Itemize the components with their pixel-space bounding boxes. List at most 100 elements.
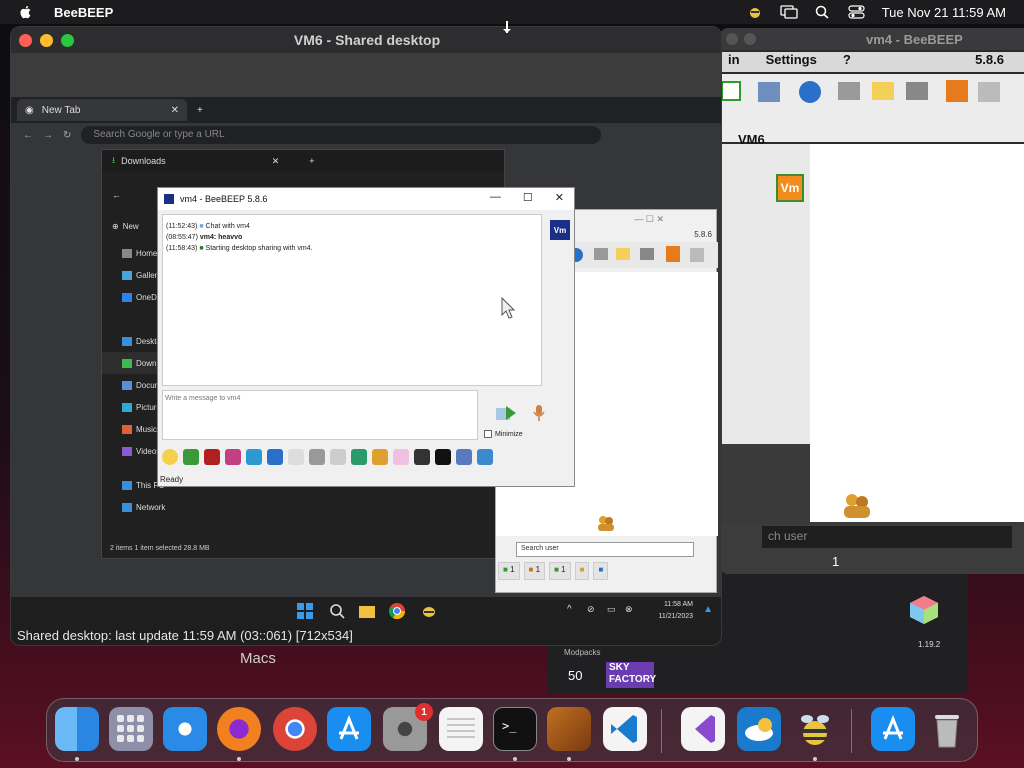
trash-tool-icon[interactable] <box>978 82 1000 102</box>
minimize-icon[interactable]: — <box>490 191 501 204</box>
vm-badge[interactable]: Vm <box>550 220 570 240</box>
close-button[interactable] <box>726 33 738 45</box>
window-controls[interactable]: — ☐ ✕ <box>634 214 664 225</box>
user-search-input[interactable]: Search user <box>516 542 694 557</box>
chrome-tab[interactable]: ◉ New Tab ✕ <box>17 99 187 121</box>
chrome-icon[interactable] <box>389 603 405 619</box>
menu-item-help[interactable]: ? <box>843 52 851 72</box>
taskbar-clock[interactable]: 11:58 AM 11/21/2023 <box>658 599 693 623</box>
pink-icon[interactable] <box>393 449 409 465</box>
safari-icon[interactable] <box>163 707 207 751</box>
tab-chats[interactable]: ■ 1 <box>549 562 571 580</box>
beebeep-dock-icon[interactable] <box>793 707 837 751</box>
network-icon[interactable] <box>267 449 283 465</box>
control-center-icon[interactable] <box>848 5 866 19</box>
send-folder-icon[interactable] <box>372 449 388 465</box>
notes-icon[interactable] <box>872 82 894 100</box>
mailbox-icon[interactable] <box>838 82 860 100</box>
spellcheck-icon[interactable] <box>225 449 241 465</box>
broadcast-icon[interactable] <box>799 81 821 103</box>
new-tab-icon[interactable]: + <box>309 156 314 166</box>
print-icon[interactable] <box>309 449 325 465</box>
minimize-button[interactable] <box>744 33 756 45</box>
message-input[interactable]: Write a message to vm4 <box>162 390 478 440</box>
vm-tab-label[interactable]: VM6 <box>738 132 765 147</box>
textedit-icon[interactable] <box>439 707 483 751</box>
checkbox-icon[interactable] <box>484 430 492 438</box>
trash-tool-icon[interactable] <box>690 248 704 262</box>
emoticon-icon[interactable] <box>162 449 178 465</box>
menu-item-main[interactable]: in <box>728 52 740 72</box>
explorer-tab[interactable]: ⭳ Downloads ✕ + <box>102 150 504 172</box>
network-icon[interactable] <box>906 82 928 100</box>
volume-tray-icon[interactable]: ⊗ <box>625 604 633 615</box>
launchpad-icon[interactable] <box>109 707 153 751</box>
close-tab-icon[interactable]: ✕ <box>171 105 179 116</box>
new-tab-icon[interactable]: + <box>197 105 203 116</box>
tab-network[interactable]: ■ <box>574 562 590 580</box>
icloud-icon[interactable] <box>737 707 781 751</box>
downloads-stack-icon[interactable] <box>871 707 915 751</box>
menubar-clock[interactable]: Tue Nov 21 11:59 AM <box>882 5 1006 20</box>
file-explorer-icon[interactable] <box>359 603 375 619</box>
nav-item-network[interactable]: Network <box>102 496 202 518</box>
user-search-input[interactable]: ch user <box>762 526 1012 548</box>
finder-icon[interactable] <box>55 707 99 751</box>
search-icon[interactable] <box>329 603 345 619</box>
send-icon[interactable] <box>494 404 516 422</box>
tab-groups[interactable]: ■ 1 <box>523 562 546 580</box>
desktop-share-icon[interactable] <box>456 449 472 465</box>
beebeep-taskbar-icon[interactable] <box>421 603 437 619</box>
active-app-name[interactable]: BeeBEEP <box>54 5 113 20</box>
beebeep-tray-icon[interactable] <box>746 5 764 19</box>
download-folder-icon[interactable] <box>946 80 968 102</box>
vscode-icon[interactable] <box>603 707 647 751</box>
screenshot-icon[interactable] <box>435 449 451 465</box>
windows-start-icon[interactable] <box>297 603 313 619</box>
microphone-icon[interactable] <box>532 404 546 422</box>
vm4-titlebar[interactable]: vm4 - BeeBEEP <box>720 28 1024 50</box>
status-icon[interactable] <box>721 81 741 101</box>
edit-profile-icon[interactable] <box>758 82 780 102</box>
save-icon[interactable] <box>288 449 304 465</box>
download-folder-icon[interactable] <box>666 246 680 262</box>
close-icon[interactable]: ✕ <box>555 191 564 204</box>
network-tray-icon[interactable]: ⊘ <box>587 604 595 615</box>
maximize-icon[interactable]: ☐ <box>523 191 533 204</box>
clear-icon[interactable] <box>330 449 346 465</box>
camera-icon[interactable] <box>414 449 430 465</box>
apple-icon[interactable] <box>18 4 34 20</box>
tab-shares[interactable]: ■ <box>593 562 609 580</box>
color-icon[interactable] <box>183 449 199 465</box>
screen-mirroring-icon[interactable] <box>780 5 798 19</box>
garageband-icon[interactable] <box>547 707 591 751</box>
menu-item-settings[interactable]: Settings <box>766 52 817 72</box>
forward-icon[interactable]: → <box>43 130 53 141</box>
explorer-back-icon[interactable]: ← <box>112 190 121 200</box>
omnibox-input[interactable]: Search Google or type a URL <box>81 126 602 144</box>
visual-studio-icon[interactable] <box>681 707 725 751</box>
firefox-icon[interactable] <box>217 707 261 751</box>
vm6-titlebar[interactable]: VM6 - Shared desktop <box>11 27 721 53</box>
skyfactory-logo[interactable]: SKY FACTORY <box>606 662 656 688</box>
modpack-cube-icon[interactable] <box>908 594 940 626</box>
tab-users[interactable]: ■ 1 <box>498 562 520 580</box>
chat-titlebar[interactable]: vm4 - BeeBEEP 5.8.6 — ☐ ✕ <box>158 188 574 210</box>
network-icon[interactable] <box>640 248 654 260</box>
display-tray-icon[interactable]: ▭ <box>607 604 616 615</box>
notification-bell-icon[interactable]: ▲ <box>703 604 713 615</box>
notes-icon[interactable] <box>616 248 630 260</box>
reload-icon[interactable]: ↻ <box>63 130 71 141</box>
send-file-icon[interactable] <box>351 449 367 465</box>
shared-desktop-view[interactable]: ◉ New Tab ✕ + ← → ↻ Search Google or typ… <box>11 53 721 625</box>
close-tab-icon[interactable]: ✕ <box>272 156 280 167</box>
font-icon[interactable] <box>204 449 220 465</box>
vm-button[interactable]: Vm <box>776 174 804 202</box>
shared-folder-icon[interactable] <box>477 449 493 465</box>
app-store-icon[interactable] <box>327 707 371 751</box>
minimize-checkbox[interactable]: Minimize <box>484 430 523 438</box>
back-icon[interactable]: ← <box>23 130 33 141</box>
chrome-icon[interactable] <box>273 707 317 751</box>
mailbox-icon[interactable] <box>594 248 608 260</box>
tray-chevron-icon[interactable]: ^ <box>567 604 572 615</box>
